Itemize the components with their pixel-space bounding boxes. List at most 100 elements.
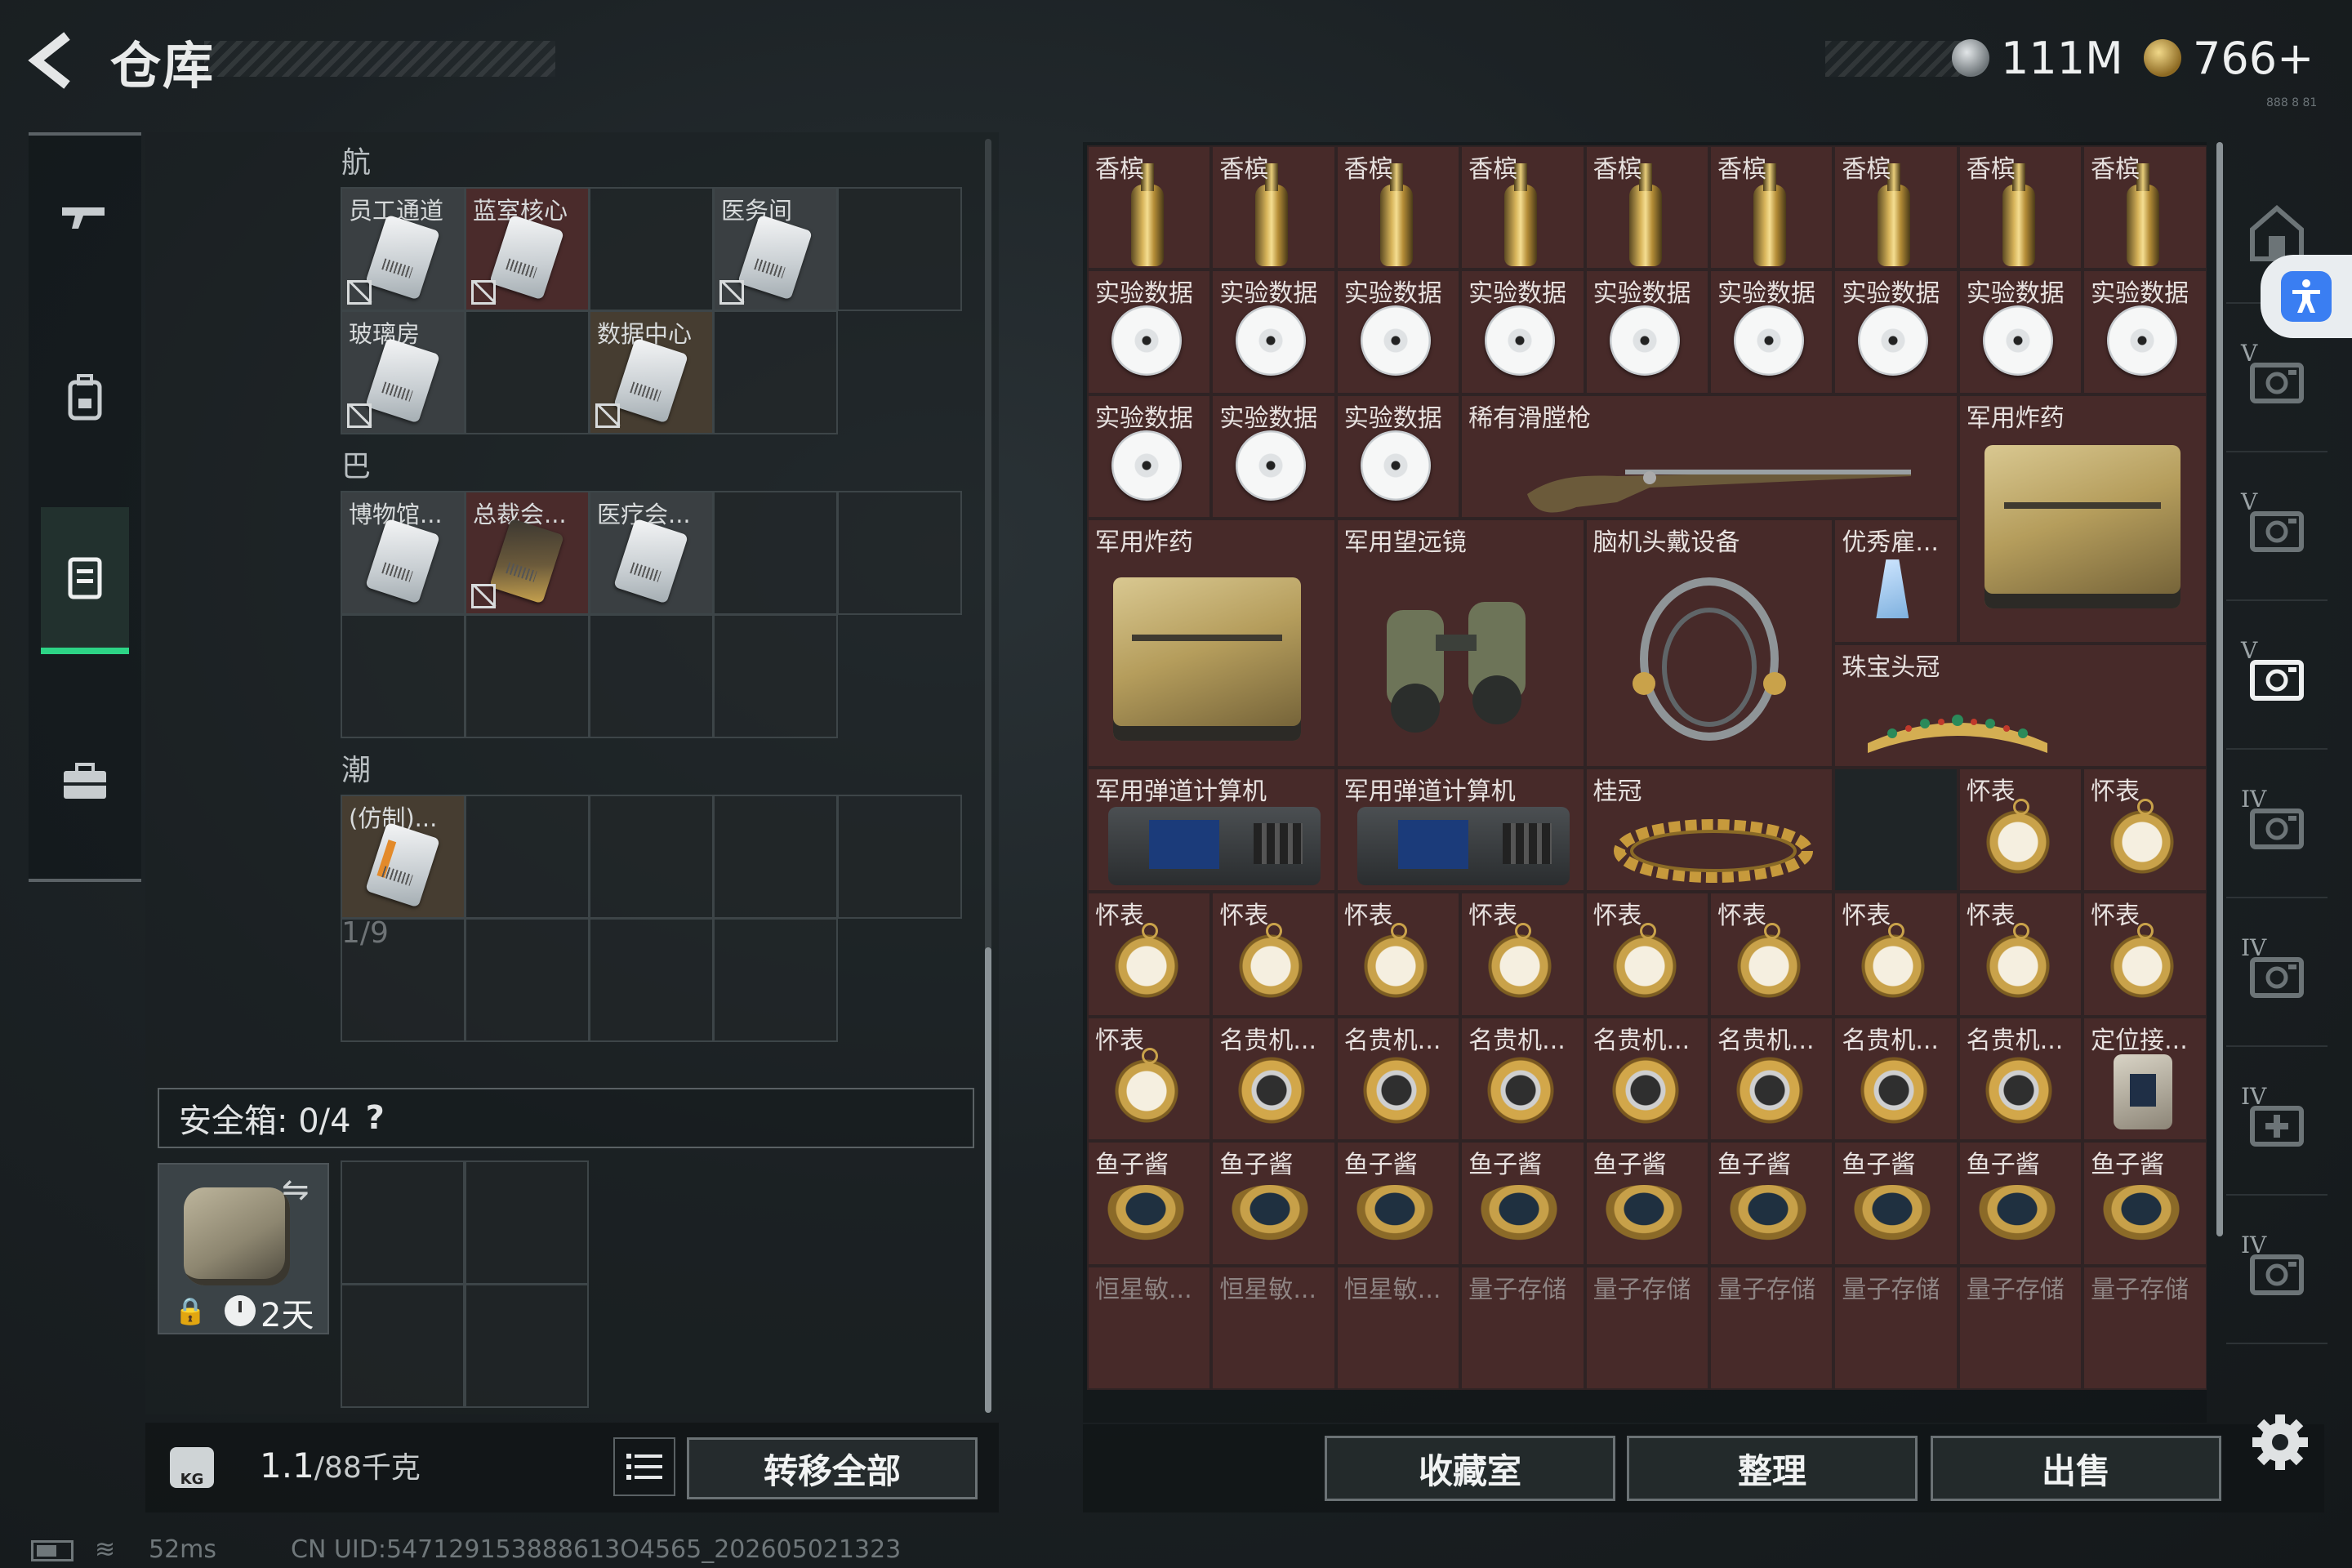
sell-button[interactable]: 出售 (1931, 1436, 2221, 1501)
stash-item[interactable]: 恒星敏... (1211, 1265, 1336, 1390)
stash-item[interactable]: 怀表 (1211, 892, 1336, 1017)
stash-item[interactable]: 怀表 (1087, 892, 1212, 1017)
stash-item[interactable]: 怀表 (1958, 767, 2083, 893)
stash-item[interactable]: 实验数据 (1833, 270, 1958, 394)
keycard-slot[interactable]: 医务间 (713, 187, 838, 311)
empty-stash-slot[interactable] (1833, 767, 1958, 893)
stash-item[interactable]: 量子存储 (1460, 1265, 1585, 1390)
swap-icon[interactable]: ⇋ (282, 1171, 310, 1209)
stash-item[interactable]: 实验数据 (1708, 270, 1834, 394)
stash-item[interactable]: 实验数据 (1335, 394, 1461, 519)
stash-item[interactable]: 名贵机... (1833, 1016, 1958, 1142)
stash-item[interactable]: 怀表 (2082, 892, 2207, 1017)
keycard-slot[interactable]: 总裁会... (465, 491, 590, 615)
empty-keycard-slot[interactable] (341, 918, 466, 1042)
stash-item[interactable]: 香槟 (1211, 145, 1336, 270)
stash-item[interactable]: 军用炸药 (1958, 394, 2207, 644)
keycard-slot[interactable]: 玻璃房 (341, 310, 466, 434)
nav-backpack[interactable] (41, 323, 129, 470)
empty-keycard-slot[interactable] (713, 491, 838, 615)
stash-scrollbar[interactable] (2216, 142, 2223, 1236)
stash-item[interactable]: 实验数据 (1087, 394, 1212, 519)
currency-money[interactable]: 111M (1952, 29, 2123, 87)
empty-keycard-slot[interactable] (837, 795, 962, 919)
empty-keycard-slot[interactable] (589, 795, 714, 919)
stash-item[interactable]: 香槟 (1833, 145, 1958, 270)
stash-item[interactable]: 鱼子酱 (1460, 1141, 1585, 1266)
stash-item[interactable]: 量子存储 (1833, 1265, 1958, 1390)
sort-button[interactable]: 整理 (1627, 1436, 1918, 1501)
stash-item[interactable]: 实验数据 (1087, 270, 1212, 394)
stash-item[interactable]: 量子存储 (1584, 1265, 1709, 1390)
currency-gold[interactable]: 766+ (2144, 29, 2314, 87)
stash-item[interactable]: 恒星敏... (1335, 1265, 1461, 1390)
stash-item[interactable]: 怀表 (1833, 892, 1958, 1017)
stash-item[interactable]: 怀表 (1708, 892, 1834, 1017)
stash-item[interactable]: 实验数据 (2082, 270, 2207, 394)
stash-item[interactable]: 珠宝头冠 (1833, 643, 2207, 768)
stash-item[interactable]: 鱼子酱 (1584, 1141, 1709, 1266)
accessibility-button[interactable] (2261, 255, 2352, 338)
stash-item[interactable]: 名贵机... (1958, 1016, 2083, 1142)
stash-item[interactable]: 鱼子酱 (1335, 1141, 1461, 1266)
list-view-button[interactable] (613, 1437, 675, 1496)
nav-keycard-case[interactable] (41, 507, 129, 654)
empty-keycard-slot[interactable] (713, 918, 838, 1042)
empty-keycard-slot[interactable] (713, 795, 838, 919)
stash-item[interactable]: 实验数据 (1958, 270, 2083, 394)
stash-item[interactable]: 香槟 (1584, 145, 1709, 270)
stash-item[interactable]: 名贵机... (1460, 1016, 1585, 1142)
settings-button[interactable] (2247, 1410, 2313, 1475)
stash-item[interactable]: 军用炸药 (1087, 519, 1336, 768)
safebox-help-button[interactable]: ? (366, 1099, 385, 1137)
back-button[interactable] (24, 29, 82, 91)
keycard-slot[interactable]: 医疗会... (589, 491, 714, 615)
collection-room-button[interactable]: 收藏室 (1325, 1436, 1615, 1501)
stash-item[interactable]: 鱼子酱 (1211, 1141, 1336, 1266)
stash-item[interactable]: 军用弹道计算机 (1335, 767, 1585, 893)
safebox-slot[interactable] (341, 1160, 465, 1285)
stash-item[interactable]: 香槟 (1087, 145, 1212, 270)
empty-keycard-slot[interactable] (465, 795, 590, 919)
stash-item[interactable]: 实验数据 (1460, 270, 1585, 394)
empty-keycard-slot[interactable] (837, 187, 962, 311)
stash-tab[interactable]: V (2226, 461, 2328, 601)
safebox-slot[interactable] (341, 1284, 465, 1408)
stash-item[interactable]: 量子存储 (1958, 1265, 2083, 1390)
empty-keycard-slot[interactable] (465, 918, 590, 1042)
stash-item[interactable]: 稀有滑膛枪 (1460, 394, 1958, 519)
keycard-slot[interactable]: 蓝室核心 (465, 187, 590, 311)
stash-item[interactable]: 桂冠 (1584, 767, 1834, 893)
stash-item[interactable]: 名贵机... (1335, 1016, 1461, 1142)
stash-item[interactable]: 鱼子酱 (1087, 1141, 1212, 1266)
stash-tab[interactable]: IV (2226, 758, 2328, 898)
safebox-slot[interactable] (465, 1160, 589, 1285)
keycard-slot[interactable]: 博物馆... (341, 491, 466, 615)
stash-item[interactable]: 军用弹道计算机 (1087, 767, 1336, 893)
stash-item[interactable]: 名贵机... (1584, 1016, 1709, 1142)
empty-keycard-slot[interactable] (713, 310, 838, 434)
stash-item[interactable]: 脑机头戴设备 (1584, 519, 1834, 768)
stash-item[interactable]: 怀表 (1087, 1016, 1212, 1142)
keycard-slot[interactable]: 员工通道 (341, 187, 466, 311)
stash-item[interactable]: 鱼子酱 (1708, 1141, 1834, 1266)
empty-keycard-slot[interactable] (341, 614, 466, 738)
scroll-thumb[interactable] (2216, 142, 2223, 1236)
stash-item[interactable]: 香槟 (2082, 145, 2207, 270)
keycard-slot[interactable]: (仿制)... (341, 795, 466, 919)
stash-item[interactable]: 实验数据 (1211, 394, 1336, 519)
stash-item[interactable]: 恒星敏... (1087, 1265, 1212, 1390)
scroll-thumb[interactable] (985, 947, 991, 1413)
empty-keycard-slot[interactable] (465, 614, 590, 738)
stash-item[interactable]: 鱼子酱 (2082, 1141, 2207, 1266)
stash-item[interactable]: 名贵机... (1211, 1016, 1336, 1142)
empty-keycard-slot[interactable] (713, 614, 838, 738)
empty-keycard-slot[interactable] (589, 918, 714, 1042)
safebox-slot[interactable] (465, 1284, 589, 1408)
stash-item[interactable]: 鱼子酱 (1958, 1141, 2083, 1266)
stash-item[interactable]: 名贵机... (1708, 1016, 1834, 1142)
stash-item[interactable]: 量子存储 (1708, 1265, 1834, 1390)
stash-item[interactable]: 香槟 (1460, 145, 1585, 270)
stash-item[interactable]: 实验数据 (1335, 270, 1461, 394)
stash-tab[interactable]: IV (2226, 1204, 2328, 1344)
